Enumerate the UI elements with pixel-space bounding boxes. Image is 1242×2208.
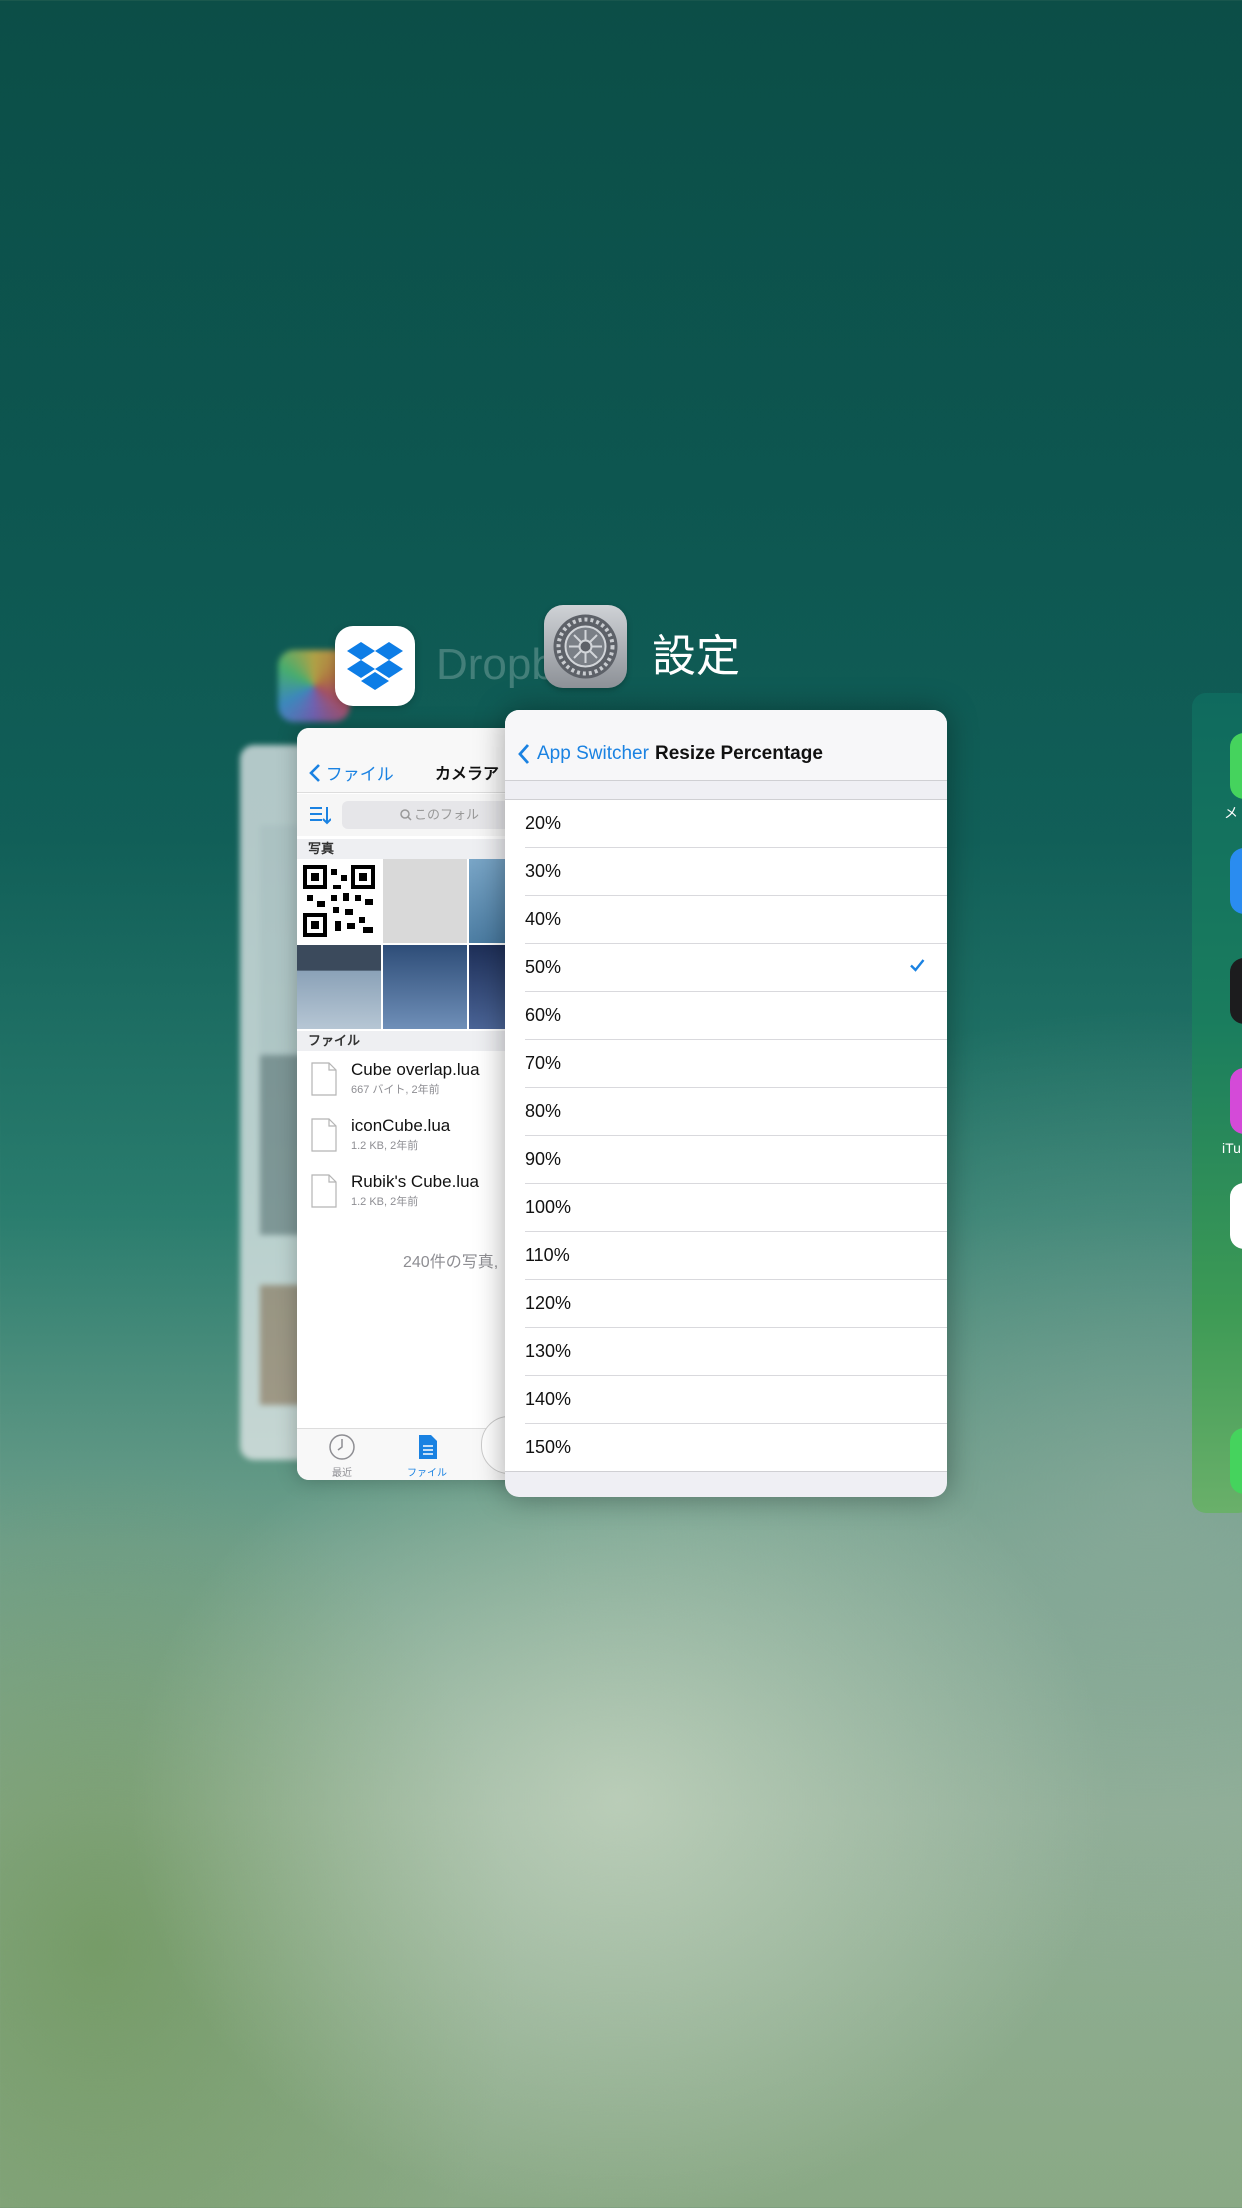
gear-icon: [553, 614, 618, 679]
app-icon: [1230, 848, 1242, 914]
settings-back-label: App Switcher: [537, 743, 649, 764]
resize-option-label: 30%: [525, 861, 562, 881]
resize-option-row[interactable]: 70%: [525, 1040, 947, 1088]
file-meta: 1.2 KB, 2年前: [351, 1196, 419, 1208]
resize-option-label: 50%: [525, 957, 562, 977]
resize-option-label: 40%: [525, 909, 562, 929]
dropbox-logo-icon: [347, 642, 403, 690]
qr-code-image: [303, 865, 375, 937]
resize-option-row[interactable]: 80%: [525, 1088, 947, 1136]
file-name: Rubik's Cube.lua: [351, 1172, 479, 1191]
resize-option-label: 80%: [525, 1101, 562, 1121]
document-icon: [419, 1435, 437, 1459]
resize-option-label: 20%: [525, 813, 562, 833]
dropbox-search-field[interactable]: このフォル: [342, 801, 527, 829]
resize-option-label: 110%: [525, 1245, 570, 1265]
app-icon: [1230, 1183, 1242, 1249]
photo-thumbnail[interactable]: [297, 945, 381, 1029]
document-icon: [311, 1062, 337, 1096]
checkmark-icon: [910, 959, 925, 972]
resize-option-label: 140%: [525, 1389, 572, 1409]
chevron-left-icon: [518, 744, 530, 764]
dropbox-app-card[interactable]: ファイル カメラア このフォル 写真 ファイル Cube overlap.lua…: [297, 728, 527, 1480]
dropbox-back-button[interactable]: ファイル: [309, 760, 394, 785]
document-icon: [311, 1118, 337, 1152]
file-row[interactable]: Cube overlap.lua 667 バイト, 2年前: [297, 1052, 527, 1108]
dock-app-icon: [1230, 1428, 1242, 1494]
file-row[interactable]: iconCube.lua 1.2 KB, 2年前: [297, 1108, 527, 1164]
resize-option-row[interactable]: 120%: [525, 1280, 947, 1328]
resize-option-row[interactable]: 30%: [525, 848, 947, 896]
resize-option-label: 120%: [525, 1293, 572, 1313]
resize-option-row[interactable]: 50%: [525, 944, 947, 992]
settings-back-button[interactable]: App Switcher: [517, 743, 649, 765]
resize-option-row[interactable]: 100%: [525, 1184, 947, 1232]
dropbox-back-label: ファイル: [325, 765, 394, 784]
home-app-label: iTu: [1222, 1140, 1241, 1156]
resize-option-row[interactable]: 130%: [525, 1328, 947, 1376]
file-meta: 667 バイト, 2年前: [351, 1084, 440, 1096]
resize-option-label: 100%: [525, 1197, 572, 1217]
dropbox-app-icon: [335, 626, 415, 706]
resize-option-row[interactable]: 40%: [525, 896, 947, 944]
resize-option-row[interactable]: 20%: [525, 800, 947, 848]
resize-option-row[interactable]: 90%: [525, 1136, 947, 1184]
resize-option-row[interactable]: 60%: [525, 992, 947, 1040]
dropbox-nav-bar: ファイル カメラア: [297, 728, 527, 793]
resize-option-label: 70%: [525, 1053, 562, 1073]
file-row[interactable]: Rubik's Cube.lua 1.2 KB, 2年前: [297, 1164, 527, 1220]
settings-app-title: 設定: [652, 632, 740, 681]
document-icon: [311, 1174, 337, 1208]
resize-option-label: 60%: [525, 1005, 562, 1025]
photo-thumbnail[interactable]: [383, 945, 467, 1029]
settings-app-icon: [544, 605, 627, 688]
resize-option-label: 150%: [525, 1437, 572, 1457]
chevron-left-icon: [309, 764, 320, 782]
photo-thumbnail-qr[interactable]: [297, 859, 381, 943]
resize-option-label: 90%: [525, 1149, 562, 1169]
resize-option-row[interactable]: 140%: [525, 1376, 947, 1424]
file-meta: 1.2 KB, 2年前: [351, 1140, 419, 1152]
app-icon: [1230, 958, 1242, 1024]
resize-option-label: 130%: [525, 1341, 572, 1361]
dropbox-nav-title: カメラア: [435, 766, 500, 783]
dropbox-footer-count: 240件の写真,: [403, 1254, 499, 1271]
home-screen-card[interactable]: メ iTu: [1192, 693, 1242, 1513]
clock-icon: [329, 1434, 355, 1460]
settings-nav-bar: App Switcher Resize Percentage: [505, 710, 947, 781]
resize-percentage-list: 20% 30% 40% 50% 60% 70% 80% 90% 100% 110% 120% 130%…: [505, 799, 947, 1472]
itunes-app-icon: [1230, 1068, 1242, 1134]
resize-option-row[interactable]: 110%: [525, 1232, 947, 1280]
tab-recent-label: 最近: [332, 1468, 352, 1479]
files-section-header: ファイル: [297, 1031, 527, 1051]
tab-recent[interactable]: 最近: [312, 1433, 372, 1479]
settings-app-card[interactable]: App Switcher Resize Percentage 20% 30% 40%…: [505, 710, 947, 1497]
messages-app-icon: [1230, 733, 1242, 799]
photos-section-header: 写真: [297, 839, 527, 859]
photo-thumbnail[interactable]: [383, 859, 467, 943]
tab-files[interactable]: ファイル: [397, 1433, 457, 1479]
settings-nav-title: Resize Percentage: [655, 743, 823, 764]
search-icon: [400, 809, 412, 821]
tab-files-label: ファイル: [407, 1468, 447, 1479]
file-name: iconCube.lua: [351, 1116, 451, 1135]
file-name: Cube overlap.lua: [351, 1060, 480, 1079]
sort-icon[interactable]: [309, 804, 331, 826]
home-app-label: メ: [1224, 805, 1238, 821]
search-placeholder: このフォル: [414, 807, 480, 822]
resize-option-row[interactable]: 150%: [525, 1424, 947, 1471]
